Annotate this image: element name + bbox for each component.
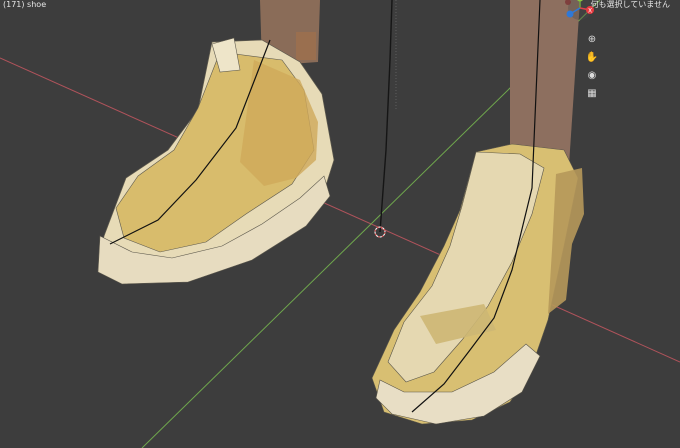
viewport-navigation-tools: ⊕ ✋ ◉ ▦ [584,32,600,104]
armature-bone-line [379,0,393,233]
grid-perspective-icon[interactable]: ▦ [584,86,600,100]
left-leg-sock [296,32,316,60]
zoom-icon[interactable]: ⊕ [584,32,600,46]
status-message: 何も選択していません [590,0,670,9]
left-shoe-mesh [97,37,335,285]
object-info-text: (171) shoe [3,0,47,9]
navigation-gizmo[interactable]: X [560,0,600,28]
axis-z-icon [566,10,574,18]
scene-render [0,0,680,448]
hand-pan-icon[interactable]: ✋ [584,50,600,64]
camera-icon[interactable]: ◉ [584,68,600,82]
svg-text:X: X [588,8,592,15]
3d-viewport[interactable]: (171) shoe 何も選択していません X ⊕ ✋ ◉ ▦ [0,0,680,448]
